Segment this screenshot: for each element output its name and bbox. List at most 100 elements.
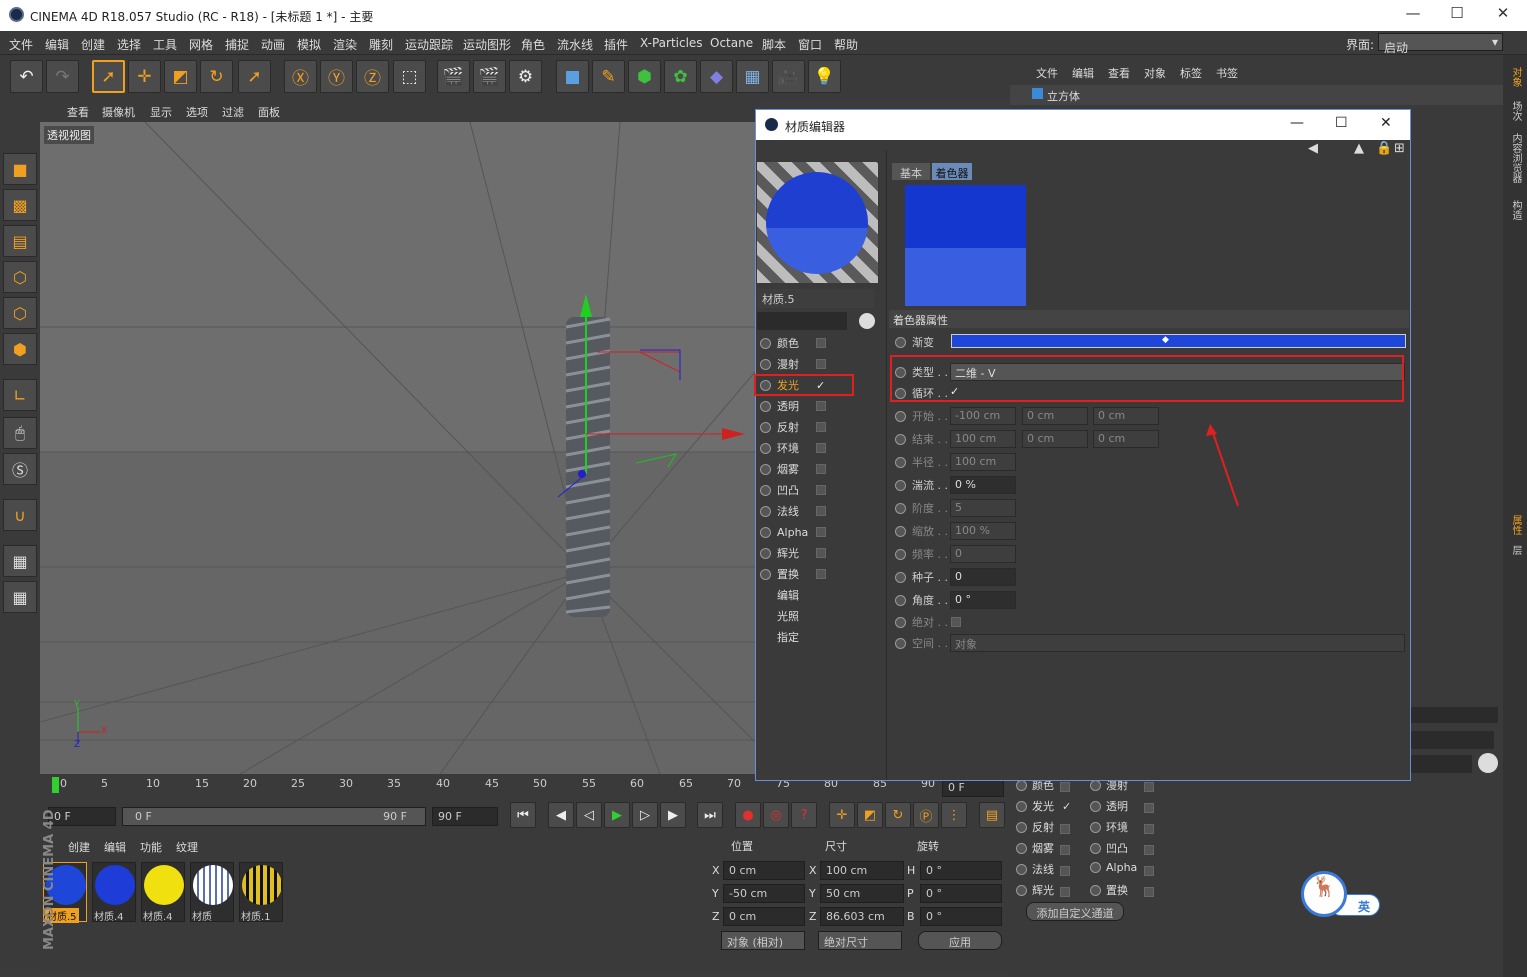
frequency-field[interactable]: 0 [950,545,1016,563]
absolute-checkbox[interactable] [951,617,961,627]
scale-field[interactable]: 100 % [950,522,1016,540]
channel-fog[interactable]: 烟雾 [760,459,826,479]
prev-key-button[interactable]: ◀ [548,802,574,828]
vp-menu-options[interactable]: 选项 [186,104,208,120]
menu-plugins[interactable]: 插件 [604,36,628,53]
polygons-mode-button[interactable]: ⬢ [3,333,37,365]
menu-edit[interactable]: 编辑 [45,36,69,53]
x-axis-button[interactable]: Ⓧ [284,60,317,93]
material-search-field[interactable] [757,312,847,330]
menu-mograph[interactable]: 运动图形 [463,36,511,53]
attr-check-normal[interactable] [1060,866,1070,876]
channel-alpha[interactable]: Alpha [760,522,826,542]
pos-y-field[interactable]: -50 cm [723,884,805,903]
key-scale-button[interactable]: ◩ [857,802,883,828]
attr-check-fog[interactable] [1060,845,1070,855]
workplane-button[interactable]: ▤ [3,225,37,257]
menu-x-particles[interactable]: X-Particles [640,36,703,50]
vp-menu-view[interactable]: 查看 [67,104,89,120]
attr-check-reflectance[interactable] [1060,824,1070,834]
cloner-button[interactable]: ✿ [664,60,697,93]
radius-field[interactable]: 100 cm [950,453,1016,471]
menu-motion-tracker[interactable]: 运动跟踪 [405,36,453,53]
camera-button[interactable]: 🎥 [772,60,805,93]
start-frame-field[interactable]: 0 F [48,807,116,826]
start-z-field[interactable]: 0 cm [1093,407,1159,425]
ime-indicator[interactable]: 🦌 英 [1300,870,1382,918]
mm-menu-texture[interactable]: 纹理 [176,839,198,855]
end-z-field[interactable]: 0 cm [1093,430,1159,448]
z-axis-button[interactable]: Ⓩ [356,60,389,93]
pos-z-field[interactable]: 0 cm [723,907,805,926]
model-mode-button[interactable]: ■ [3,153,37,185]
pick-icon[interactable] [1478,753,1498,773]
attr-channel-alpha[interactable]: Alpha [1090,861,1137,874]
tab-layers[interactable]: 层 [1508,545,1523,555]
attr-check-displacement[interactable] [1144,887,1154,897]
channel-displacement[interactable]: 置换 [760,564,826,584]
last-tool-button[interactable]: ➚ [238,60,271,93]
mm-menu-function[interactable]: 功能 [140,839,162,855]
material-item[interactable]: 材质.1 [239,862,283,923]
angle-field[interactable]: 0 ° [950,591,1016,609]
timeline-window-button[interactable]: ▤ [979,802,1005,828]
material-item[interactable]: 材质.4 [92,862,136,923]
tweak-button[interactable]: 🖱 [3,417,37,449]
channel-normal[interactable]: 法线 [760,501,826,521]
tab-attributes[interactable]: 属性 [1508,515,1523,535]
nav-back-icon[interactable]: ◀ [1308,141,1318,156]
light-button[interactable]: 💡 [808,60,841,93]
key-position-button[interactable]: ✛ [829,802,855,828]
perspective-viewport[interactable]: 透视视图 Y X Z [40,122,755,774]
channel-reflectance[interactable]: 反射 [760,417,826,437]
close-button[interactable]: ✕ [1488,4,1518,26]
magnet-button[interactable]: ∪ [3,499,37,531]
minimize-button[interactable]: — [1398,4,1428,26]
mm-menu-create[interactable]: 创建 [68,839,90,855]
gradient-knot[interactable]: ◆ [1162,335,1169,345]
key-pla-button[interactable]: ⋮ [941,802,967,828]
move-tool-button[interactable]: ✛ [128,60,161,93]
menu-tools[interactable]: 工具 [153,36,177,53]
om-menu-edit[interactable]: 编辑 [1072,65,1094,81]
snap-button[interactable]: Ⓢ [3,453,37,485]
subdivision-button[interactable]: ⬢ [628,60,661,93]
end-y-field[interactable]: 0 cm [1022,430,1088,448]
size-mode-select[interactable]: 绝对尺寸 [818,931,902,950]
attr-channel-environment[interactable]: 环境 [1090,819,1128,835]
tab-takes[interactable]: 场次 [1508,101,1523,121]
render-picture-button[interactable]: 🎬 [473,60,506,93]
tab-basic[interactable]: 基本 [892,163,930,180]
channel-color[interactable]: 颜色 [760,333,826,353]
channel-assignment[interactable]: 指定 [777,627,799,647]
material-item[interactable]: 材质 [190,862,234,923]
attr-check-alpha[interactable] [1144,866,1154,876]
rot-b-field[interactable]: 0 ° [920,907,1002,926]
vp-menu-camera[interactable]: 摄像机 [102,104,135,120]
attr-channel-transparency[interactable]: 透明 [1090,798,1128,814]
mm-menu-edit[interactable]: 编辑 [104,839,126,855]
next-frame-button[interactable]: ▷ [632,802,658,828]
deformer-button[interactable]: ◆ [700,60,733,93]
material-name-field[interactable]: 材质.5 [757,289,874,308]
tab-shader[interactable]: 着色器 [932,163,972,180]
next-key-button[interactable]: ▶ [660,802,686,828]
tab-content-browser[interactable]: 内容浏览器 [1508,133,1523,183]
scale-tool-button[interactable]: ◩ [164,60,197,93]
me-close-button[interactable]: ✕ [1380,115,1392,131]
om-menu-objects[interactable]: 对象 [1144,65,1166,81]
attr-channel-displacement[interactable]: 置换 [1090,882,1128,898]
go-end-button[interactable]: ⏭ [697,802,723,828]
om-menu-file[interactable]: 文件 [1036,65,1058,81]
end-x-field[interactable]: 100 cm [950,430,1016,448]
vp-menu-panel[interactable]: 面板 [258,104,280,120]
rot-h-field[interactable]: 0 ° [920,861,1002,880]
gradient-bar[interactable] [951,334,1406,348]
channel-editor[interactable]: 编辑 [777,585,799,605]
attr-check-color[interactable] [1060,782,1070,792]
add-custom-channel-button[interactable]: 添加自定义通道 [1026,902,1124,921]
nav-up-icon[interactable]: ▲ [1354,141,1364,156]
go-start-button[interactable]: ⏮ [510,802,536,828]
attr-channel-luminance[interactable]: 发光 ✓ [1016,798,1071,814]
key-param-button[interactable]: Ⓟ [913,802,939,828]
